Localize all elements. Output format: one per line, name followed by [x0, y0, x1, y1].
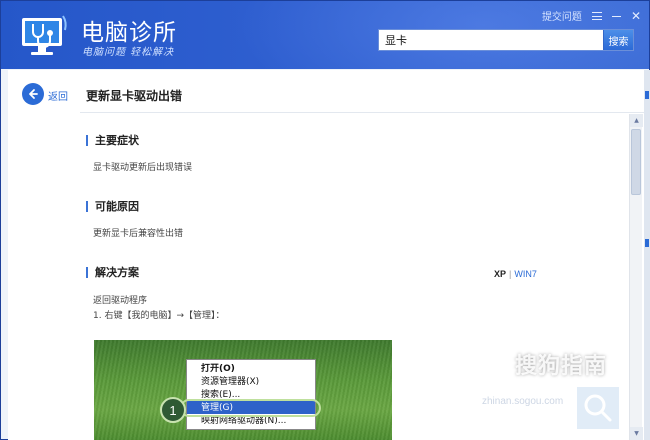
- scroll-thumb[interactable]: [631, 129, 641, 195]
- scroll-down-icon[interactable]: ▼: [630, 427, 643, 440]
- menu-icon[interactable]: [591, 11, 602, 20]
- edge-marker: [645, 91, 649, 99]
- back-arrow-icon[interactable]: [22, 83, 44, 105]
- highlight-ring: [180, 399, 321, 417]
- nav-column: 返回: [8, 70, 80, 440]
- search-input[interactable]: [379, 30, 603, 50]
- section-heading-symptoms: 主要症状: [86, 135, 139, 146]
- menu-item-open: 打开(O): [201, 364, 235, 374]
- watermark-logo-icon: [479, 349, 509, 379]
- edge-marker: [645, 239, 649, 247]
- feedback-link[interactable]: 提交问题: [542, 8, 582, 23]
- page-title: 更新显卡驱动出错: [86, 89, 183, 103]
- tab-xp[interactable]: XP: [494, 269, 506, 279]
- back-button[interactable]: 返回: [48, 88, 68, 103]
- app-header: 电脑诊所 电脑问题 轻松解决 提交问题 ✕ 搜索: [1, 1, 649, 69]
- close-icon[interactable]: ✕: [631, 10, 641, 22]
- os-tabs: XP | WIN7: [494, 269, 537, 279]
- divider: [80, 112, 644, 113]
- minimize-icon[interactable]: [611, 16, 621, 17]
- menu-item-explorer: 资源管理器(X): [201, 377, 260, 387]
- search-button[interactable]: 搜索: [603, 30, 633, 50]
- background-edge: [644, 70, 650, 440]
- section-heading-solution: 解决方案: [86, 267, 139, 278]
- tab-separator: |: [509, 269, 512, 279]
- watermark-url: zhinan.sogou.com: [482, 396, 564, 407]
- magnifier-icon[interactable]: [577, 387, 619, 429]
- scroll-up-icon[interactable]: ▲: [630, 114, 643, 127]
- app-title: 电脑诊所: [81, 20, 177, 46]
- search-box: 搜索: [378, 29, 634, 51]
- scrollbar[interactable]: ▲ ▼: [629, 114, 643, 440]
- computer-stethoscope-logo-icon: [22, 15, 67, 55]
- window-controls: 提交问题 ✕: [542, 8, 641, 24]
- solution-line-1: 返回驱动程序: [93, 296, 148, 306]
- instruction-screenshot: 打开(O) 资源管理器(X) 搜索(E)... 管理(G) 映射网络驱动器(N)…: [94, 340, 392, 440]
- section-text-symptoms: 显卡驱动更新后出现错误: [93, 163, 193, 173]
- section-heading-causes: 可能原因: [86, 201, 139, 212]
- app-window: 电脑诊所 电脑问题 轻松解决 提交问题 ✕ 搜索 返回 更新显卡驱动出错 主要症…: [0, 0, 650, 440]
- context-menu: 打开(O) 资源管理器(X) 搜索(E)... 管理(G) 映射网络驱动器(N)…: [186, 359, 316, 430]
- section-text-causes: 更新显卡后兼容性出错: [93, 229, 184, 239]
- tab-win7[interactable]: WIN7: [514, 269, 537, 279]
- solution-line-2: 1. 右键【我的电脑】→【管理】：: [93, 311, 225, 321]
- app-subtitle: 电脑问题 轻松解决: [82, 47, 175, 58]
- watermark-brand: 搜狗指南: [515, 354, 608, 379]
- step-badge: 1: [160, 397, 186, 423]
- content-panel: 返回 更新显卡驱动出错 主要症状 显卡驱动更新后出现错误 可能原因 更新显卡后兼…: [8, 70, 644, 440]
